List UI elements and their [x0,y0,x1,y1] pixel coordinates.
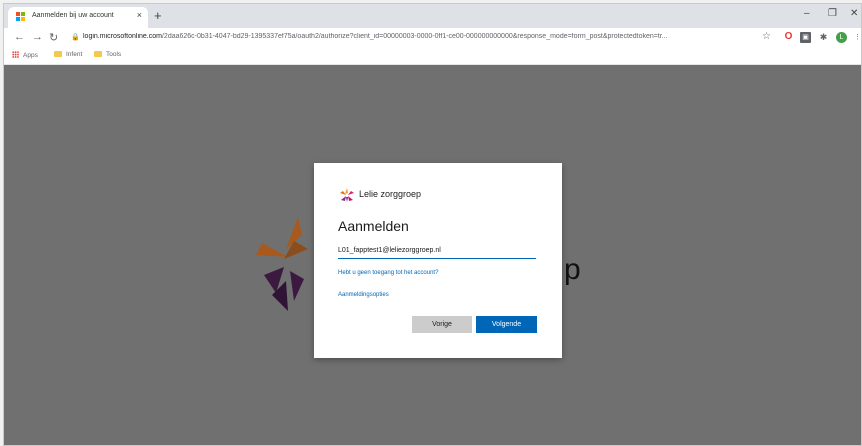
folder-icon [94,51,102,57]
signin-dialog: Lelie zorggroep Aanmelden L01_fapptest1@… [314,163,562,358]
menu-icon[interactable]: ⋮ [852,32,861,43]
background-logo-icon [256,217,308,311]
close-tab-icon[interactable]: × [137,10,142,20]
minimize-icon[interactable]: – [804,8,810,19]
bookmarks-bar: Apps Infent Tools [4,48,861,65]
close-window-icon[interactable]: ✕ [850,8,858,19]
avatar[interactable]: L [836,32,847,43]
new-tab-icon[interactable]: + [154,8,162,23]
star-icon[interactable]: ☆ [761,32,772,43]
bookmark-infent[interactable]: Infent [54,51,82,58]
lock-icon: 🔒 [71,34,80,41]
apps-icon [12,51,19,58]
no-access-link[interactable]: Hebt u geen toegang tot het account? [338,270,438,276]
url-text: login.microsoftonline.com/2daa626c-0b31-… [83,33,668,40]
page-content: p Lelie zorggroep Aanmelden L01_fapptest… [4,65,861,445]
bookmark-tools[interactable]: Tools [94,51,121,58]
next-button[interactable]: Volgende [476,316,537,333]
page-title: Aanmelden [338,218,409,234]
address-bar[interactable]: 🔒 login.microsoftonline.com/2daa626c-0b3… [67,30,767,45]
tab-title: Aanmelden bij uw account [32,12,114,19]
microsoft-logo-icon [16,12,26,22]
back-icon[interactable]: ← [14,31,25,43]
background-brand-text: p [564,253,581,286]
browser-toolbar: ← → ↻ 🔒 login.microsoftonline.com/2daa62… [4,28,861,48]
brand-logo: Lelie zorggroep [339,187,421,203]
tab-signin[interactable]: Aanmelden bij uw account × [8,7,148,28]
email-field[interactable]: L01_fapptest1@leliezorggroep.nl [338,243,536,259]
folder-icon [54,51,62,57]
extension-icon[interactable]: ▣ [800,32,811,43]
brand-name: Lelie zorggroep [359,189,422,199]
lelie-logo-icon [340,188,354,202]
bookmark-apps[interactable]: Apps [12,51,38,59]
reload-icon[interactable]: ↻ [49,31,58,44]
signin-options-link[interactable]: Aanmeldingsopties [338,292,389,298]
opera-extension-icon[interactable]: O [783,32,794,43]
restore-icon[interactable]: ❐ [828,8,837,19]
forward-icon[interactable]: → [32,31,43,43]
tab-strip: Aanmelden bij uw account × + – ❐ ✕ [4,4,861,28]
back-button[interactable]: Vorige [412,316,472,333]
browser-window: Aanmelden bij uw account × + – ❐ ✕ ← → ↻… [3,3,862,446]
puzzle-icon[interactable]: ✱ [818,32,829,43]
